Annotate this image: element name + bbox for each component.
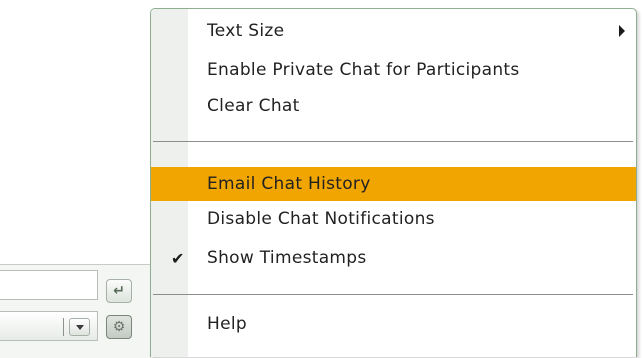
menu-item-clear-chat[interactable]: Clear Chat <box>151 89 636 123</box>
menu-item-disable-chat-notifications[interactable]: Disable Chat Notifications <box>151 202 636 236</box>
chat-options-button[interactable]: ⚙ <box>106 315 132 339</box>
menu-item-label: Disable Chat Notifications <box>207 209 435 229</box>
select-divider <box>63 318 64 336</box>
menu-item-label: Enable Private Chat for Participants <box>207 60 520 80</box>
menu-item-email-chat-history[interactable]: Email Chat History <box>151 167 636 201</box>
menu-item-show-timestamps[interactable]: ✔ Show Timestamps <box>151 241 636 275</box>
recipient-dropdown-button[interactable] <box>69 318 90 336</box>
menu-item-text-size[interactable]: Text Size <box>151 14 636 48</box>
chat-message-input[interactable] <box>0 270 98 300</box>
menu-item-label: Email Chat History <box>207 174 371 194</box>
chevron-down-icon <box>75 324 84 330</box>
enter-icon: ↵ <box>113 283 125 299</box>
chat-options-menu: Text Size Enable Private Chat for Partic… <box>150 8 637 357</box>
menu-item-label: Clear Chat <box>207 96 300 116</box>
menu-item-help[interactable]: Help <box>151 290 636 344</box>
menu-item-label: Show Timestamps <box>207 248 367 268</box>
recipient-select[interactable] <box>0 311 98 341</box>
checkmark-icon: ✔ <box>171 248 185 268</box>
submenu-arrow-icon <box>619 25 625 37</box>
gear-icon: ⚙ <box>112 319 126 335</box>
send-message-button[interactable]: ↵ <box>106 279 132 303</box>
menu-item-enable-private-chat[interactable]: Enable Private Chat for Participants <box>151 53 636 87</box>
menu-item-label: Help <box>207 314 247 334</box>
menu-item-label: Text Size <box>207 21 285 41</box>
menu-separator <box>153 141 633 142</box>
